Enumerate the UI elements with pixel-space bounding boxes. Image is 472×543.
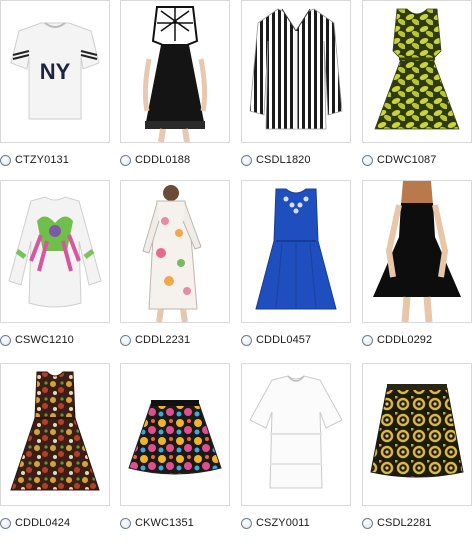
product-card: CSWC1210 xyxy=(0,180,110,360)
product-select-option[interactable]: CSDL2281 xyxy=(362,515,472,531)
radio-button[interactable] xyxy=(241,517,252,529)
product-image-white-sheer-top xyxy=(242,364,350,505)
product-image-floral-print-skirt xyxy=(121,364,229,505)
product-card: CSZY0011 xyxy=(241,363,351,543)
product-image-frame[interactable] xyxy=(120,0,230,143)
product-image-tropical-print-sweatshirt xyxy=(1,181,109,322)
product-code: CSZY0011 xyxy=(256,517,310,529)
product-code: CDDL0188 xyxy=(135,154,191,166)
radio-button[interactable] xyxy=(120,517,131,529)
product-image-frame[interactable] xyxy=(241,363,351,506)
product-code: CDDL0424 xyxy=(15,517,71,529)
radio-button[interactable] xyxy=(0,154,11,166)
product-image-black-white-striped-blouse xyxy=(242,1,350,142)
product-code: CSDL1820 xyxy=(256,154,311,166)
product-select-option[interactable]: CSZY0011 xyxy=(241,515,359,531)
product-grid: NY CTZY0131 CDDL0188 CSDL1820 CDWC1087 C… xyxy=(0,0,472,539)
product-card: NY CTZY0131 xyxy=(0,0,110,180)
product-image-frame[interactable] xyxy=(120,180,230,323)
product-image-frame[interactable] xyxy=(362,0,472,143)
radio-button[interactable] xyxy=(241,154,252,166)
product-card: CDDL2231 xyxy=(120,180,230,360)
product-image-frame[interactable] xyxy=(120,363,230,506)
product-image-floral-print-skater-dress xyxy=(1,364,109,505)
product-select-option[interactable]: CKWC1351 xyxy=(120,515,238,531)
product-card: CDDL0188 xyxy=(120,0,230,180)
product-card: CSDL2281 xyxy=(362,363,472,543)
product-card: CDDL0424 xyxy=(0,363,110,543)
product-code: CTZY0131 xyxy=(15,154,69,166)
product-select-option[interactable]: CTZY0131 xyxy=(0,152,118,168)
radio-button[interactable] xyxy=(362,154,373,166)
radio-button[interactable] xyxy=(0,334,11,346)
radio-button[interactable] xyxy=(241,334,252,346)
product-select-option[interactable]: CDDL0292 xyxy=(362,332,472,348)
product-code: CDDL2231 xyxy=(135,334,191,346)
product-image-black-skater-dress xyxy=(363,181,471,322)
product-image-frame[interactable] xyxy=(241,180,351,323)
product-image-black-cutout-dress xyxy=(121,1,229,142)
product-image-yellow-leaf-print-dress xyxy=(363,1,471,142)
radio-button[interactable] xyxy=(120,334,131,346)
product-image-frame[interactable] xyxy=(241,0,351,143)
product-card: CDDL0457 xyxy=(241,180,351,360)
product-image-frame[interactable] xyxy=(362,363,472,506)
product-card: CSDL1820 xyxy=(241,0,351,180)
product-code: CSWC1210 xyxy=(15,334,74,346)
product-select-option[interactable]: CDDL0457 xyxy=(241,332,359,348)
product-code: CDDL0457 xyxy=(256,334,312,346)
product-card: CKWC1351 xyxy=(120,363,230,543)
product-select-option[interactable]: CSDL1820 xyxy=(241,152,359,168)
product-select-option[interactable]: CDWC1087 xyxy=(362,152,472,168)
radio-button[interactable] xyxy=(0,517,11,529)
product-code: CDDL0292 xyxy=(377,334,433,346)
radio-button[interactable] xyxy=(362,334,373,346)
radio-button[interactable] xyxy=(362,517,373,529)
svg-text:NY: NY xyxy=(40,59,71,84)
product-code: CDWC1087 xyxy=(377,154,437,166)
product-code: CKWC1351 xyxy=(135,517,194,529)
radio-button[interactable] xyxy=(120,154,131,166)
product-select-option[interactable]: CDDL0188 xyxy=(120,152,238,168)
product-image-blue-embellished-dress xyxy=(242,181,350,322)
product-code: CSDL2281 xyxy=(377,517,432,529)
product-image-white-floral-lace-dress xyxy=(121,181,229,322)
product-card: CDWC1087 xyxy=(362,0,472,180)
product-image-frame[interactable] xyxy=(0,363,110,506)
product-card: CDDL0292 xyxy=(362,180,472,360)
product-image-white-ny-tshirt: NY xyxy=(1,1,109,142)
product-select-option[interactable]: CDDL0424 xyxy=(0,515,118,531)
product-image-frame[interactable] xyxy=(0,180,110,323)
product-select-option[interactable]: CDDL2231 xyxy=(120,332,238,348)
product-image-yellow-baroque-skirt xyxy=(363,364,471,505)
product-image-frame[interactable]: NY xyxy=(0,0,110,143)
product-select-option[interactable]: CSWC1210 xyxy=(0,332,118,348)
product-image-frame[interactable] xyxy=(362,180,472,323)
